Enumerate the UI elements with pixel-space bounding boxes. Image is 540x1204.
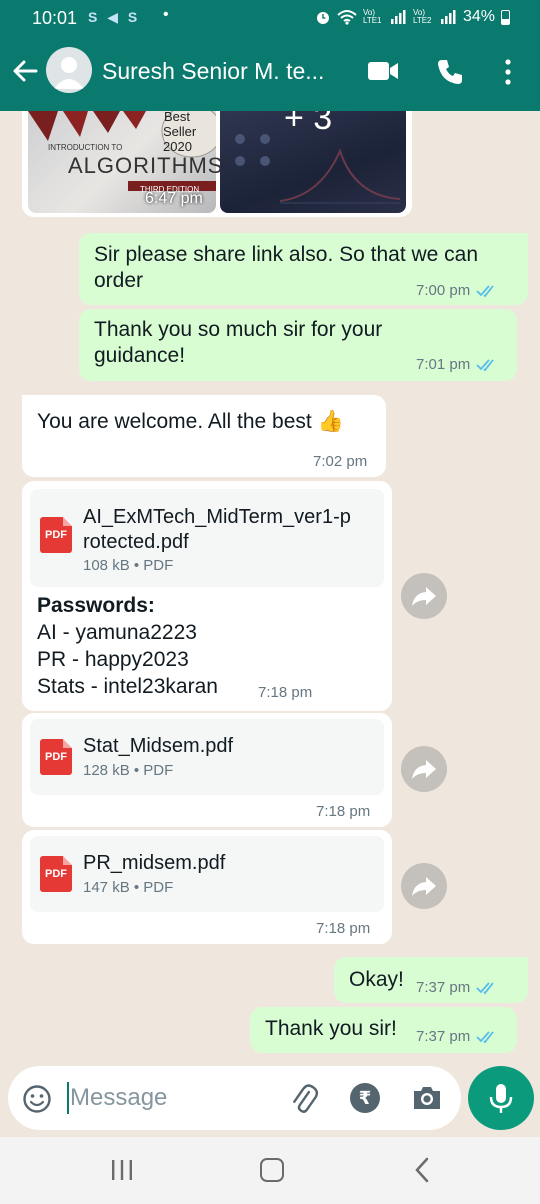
- notification-icons: S ◀ S: [88, 9, 141, 25]
- message-meta: 7:00 pm: [416, 282, 498, 299]
- forward-button[interactable]: [401, 746, 447, 792]
- battery-icon: [501, 9, 510, 25]
- signal-2-icon: [440, 10, 456, 24]
- payment-icon[interactable]: ₹: [350, 1083, 380, 1113]
- voice-message-button[interactable]: [468, 1066, 534, 1130]
- network-1-label: Vo) LTE1: [362, 8, 382, 25]
- notification-dot: •: [163, 6, 169, 23]
- more-options-icon[interactable]: [496, 58, 520, 86]
- recent-apps-icon[interactable]: [110, 1159, 134, 1181]
- message-meta: 7:18 pm: [258, 684, 312, 701]
- system-navigation-bar: [0, 1137, 540, 1204]
- document-info: 147 kB • PDF: [83, 879, 174, 896]
- wifi-icon: [337, 10, 357, 25]
- document-card[interactable]: PDF AI_ExMTech_MidTerm_ver1-p rotected.p…: [30, 489, 384, 587]
- book-title: ALGORITHMS: [68, 153, 224, 178]
- document-name: PR_midsem.pdf: [83, 852, 226, 874]
- message-text: Okay!: [349, 968, 404, 991]
- message-time: 7:37 pm: [416, 979, 471, 996]
- forward-icon: [412, 760, 436, 779]
- microphone-icon: [489, 1084, 513, 1113]
- emoji-icon[interactable]: [22, 1084, 52, 1114]
- message-text: You are welcome. All the best 👍: [37, 410, 344, 433]
- video-call-icon[interactable]: [367, 59, 399, 83]
- book-badge-line3: 2020: [163, 139, 192, 154]
- forward-button[interactable]: [401, 573, 447, 619]
- message-meta: 7:02 pm: [313, 453, 367, 470]
- read-ticks-icon: [476, 358, 494, 371]
- document-info: 108 kB • PDF: [83, 557, 174, 574]
- avatar[interactable]: [46, 47, 92, 93]
- outgoing-message[interactable]: Thank you sir! 7:37 pm: [250, 1007, 517, 1053]
- image-time: 6:47 pm: [145, 190, 203, 207]
- message-time: 7:18 pm: [316, 920, 371, 937]
- message-meta: 7:37 pm: [416, 979, 498, 996]
- book-subtitle: INTRODUCTION TO: [48, 143, 123, 152]
- message-time: 7:37 pm: [416, 1028, 471, 1045]
- incoming-message[interactable]: You are welcome. All the best 👍 7:02 pm: [22, 395, 386, 477]
- book-badge-line1: Best: [164, 111, 191, 124]
- caption-line: PR - happy2023: [37, 648, 189, 671]
- alarm-icon: [316, 12, 329, 24]
- status-bar: 10:01 S ◀ S • Vo) LTE1 Vo) LTE2 34%: [0, 0, 540, 36]
- message-time: 7:18 pm: [316, 803, 371, 820]
- pdf-file-icon: PDF: [40, 856, 72, 892]
- message-meta: 7:01 pm: [416, 356, 498, 373]
- incoming-document-message[interactable]: PDF Stat_Midsem.pdf 128 kB • PDF 7:18 pm: [22, 713, 392, 827]
- read-ticks-icon: [476, 284, 494, 297]
- outgoing-message[interactable]: Okay! 7:37 pm: [334, 957, 528, 1003]
- message-meta: 7:18 pm: [316, 803, 370, 820]
- camera-icon[interactable]: [411, 1084, 443, 1112]
- text-cursor: [67, 1082, 69, 1114]
- contact-name[interactable]: Suresh Senior M. te...: [102, 58, 324, 85]
- outgoing-message[interactable]: Thank you so much sir for your guidance!…: [79, 309, 517, 381]
- document-card[interactable]: PDF PR_midsem.pdf 147 kB • PDF: [30, 836, 384, 912]
- caption-line: AI - yamuna2223: [37, 621, 197, 644]
- phone-icon[interactable]: [436, 58, 464, 86]
- back-nav-icon[interactable]: [412, 1157, 432, 1183]
- document-name-line2: rotected.pdf: [83, 531, 189, 553]
- outgoing-message[interactable]: Sir please share link also. So that we c…: [79, 233, 528, 305]
- forward-icon: [412, 877, 436, 896]
- forward-icon: [412, 587, 436, 606]
- incoming-document-message[interactable]: PDF AI_ExMTech_MidTerm_ver1-p rotected.p…: [22, 481, 392, 711]
- caption-line: Stats - intel23karan: [37, 675, 218, 698]
- caption-title: Passwords:: [37, 594, 155, 617]
- book-badge-line2: Seller: [163, 124, 197, 139]
- message-time: 7:02 pm: [313, 453, 368, 470]
- read-ticks-icon: [476, 981, 494, 994]
- document-card[interactable]: PDF Stat_Midsem.pdf 128 kB • PDF: [30, 719, 384, 795]
- message-time: 7:18 pm: [258, 684, 313, 701]
- chat-header: Suresh Senior M. te...: [0, 36, 540, 111]
- message-time: 7:00 pm: [416, 282, 471, 299]
- forward-button[interactable]: [401, 863, 447, 909]
- document-name: Stat_Midsem.pdf: [83, 735, 234, 757]
- home-icon[interactable]: [260, 1158, 284, 1182]
- message-input[interactable]: Message: [70, 1084, 167, 1112]
- attach-icon[interactable]: [288, 1083, 320, 1115]
- back-arrow-icon[interactable]: [10, 56, 40, 86]
- message-time: 7:01 pm: [416, 356, 471, 373]
- more-images-count: + 3: [284, 111, 333, 137]
- signal-1-icon: [390, 10, 406, 24]
- document-info: 128 kB • PDF: [83, 762, 174, 779]
- read-ticks-icon: [476, 1030, 494, 1043]
- message-meta: 7:37 pm: [416, 1028, 498, 1045]
- incoming-document-message[interactable]: PDF PR_midsem.pdf 147 kB • PDF 7:18 pm: [22, 830, 392, 944]
- battery-percent: 34%: [462, 8, 495, 25]
- message-meta: 7:18 pm: [316, 920, 370, 937]
- message-composer: Message ₹: [8, 1066, 461, 1130]
- status-time: 10:01: [32, 8, 78, 28]
- message-text: Thank you sir!: [265, 1017, 397, 1040]
- status-right: Vo) LTE1 Vo) LTE2 34%: [315, 8, 510, 26]
- chat-area[interactable]: Best Seller 2020 INTRODUCTION TO ALGORIT…: [0, 111, 540, 1137]
- pdf-file-icon: PDF: [40, 517, 72, 553]
- message-text: Thank you so much sir for your guidance!: [94, 318, 383, 367]
- network-2-label: Vo) LTE2: [412, 8, 432, 25]
- pdf-file-icon: PDF: [40, 739, 72, 775]
- person-icon: [54, 57, 84, 89]
- document-name-line1: AI_ExMTech_MidTerm_ver1-p: [83, 506, 351, 528]
